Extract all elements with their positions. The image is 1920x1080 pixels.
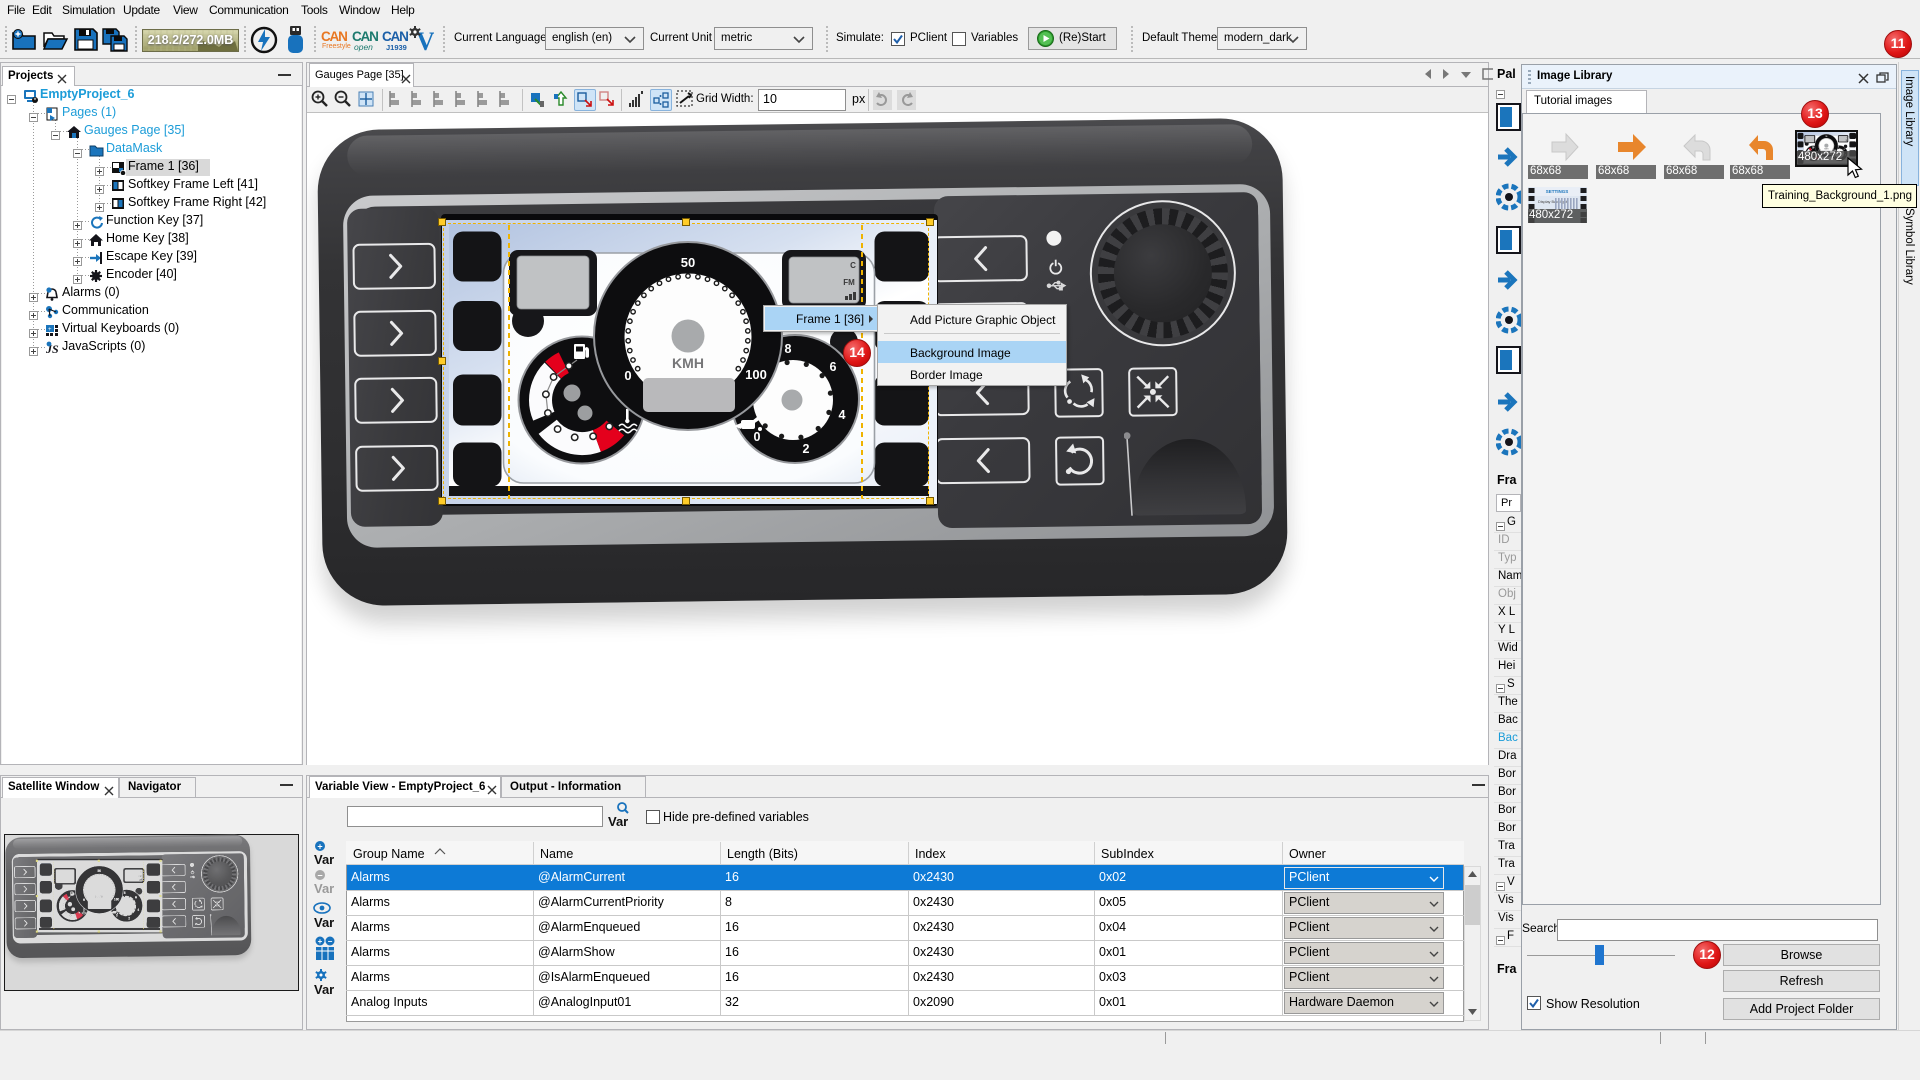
svg-text:Var: Var [608, 814, 628, 829]
svg-text:+: + [48, 327, 52, 333]
svg-text:Var: Var [314, 881, 334, 896]
svg-text:−: − [328, 937, 333, 946]
svg-text:SETTINGS: SETTINGS [1546, 189, 1569, 194]
svg-text:+: + [317, 842, 322, 852]
svg-text:+: + [318, 937, 323, 946]
svg-text:*: * [34, 98, 37, 104]
svg-text:Var: Var [314, 982, 334, 997]
svg-text:Var: Var [314, 852, 334, 867]
svg-text:Display Backlight: Display Backlight [1538, 200, 1568, 204]
svg-text:−: − [317, 871, 322, 881]
svg-text:Var: Var [314, 915, 334, 930]
